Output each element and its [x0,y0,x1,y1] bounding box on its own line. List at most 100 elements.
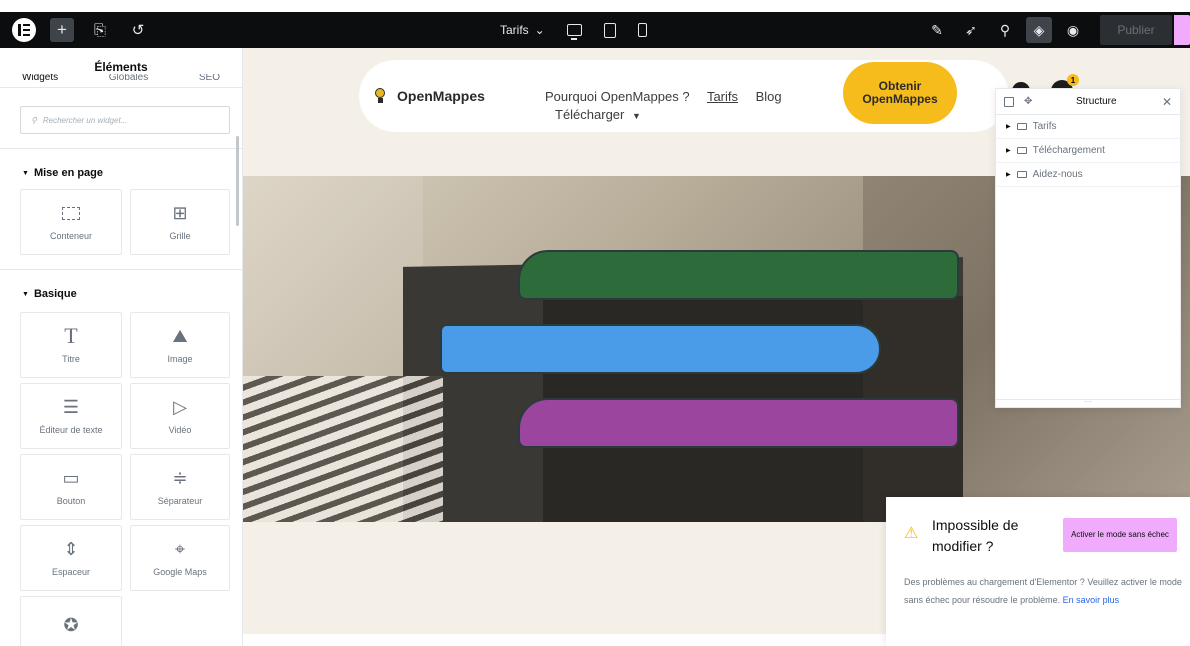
container-icon [1016,123,1027,130]
cart-count-badge: 1 [1067,74,1079,86]
caret-down-icon: ▼ [22,169,29,177]
map-icon: ⌖ [174,538,186,559]
nav-download[interactable]: Télécharger ▼ [555,107,641,122]
widget-google-maps[interactable]: ⌖ Google Maps [130,525,230,591]
mobile-icon[interactable] [637,23,647,37]
chevron-down-icon: ⌄ [534,23,545,37]
divider [0,269,242,270]
text-editor-icon: ☰ [62,396,80,417]
publish-options-button[interactable] [1174,15,1190,45]
widget-divider[interactable]: ≑ Séparateur [130,454,230,520]
widget-label: Bouton [56,496,86,506]
site-brand[interactable]: OpenMappes [375,88,485,104]
panel-scrollbar[interactable] [236,136,239,226]
widget-image[interactable]: ⛰ Image [130,312,230,378]
panel-title: Éléments [94,60,148,74]
history-icon[interactable]: ↺ [126,18,150,42]
search-placeholder: Rechercher un widget... [42,115,128,125]
lightbulb-logo-icon [375,88,385,104]
section-basic-title: Basique [33,288,77,300]
learn-more-link[interactable]: En savoir plus [1063,595,1120,605]
top-bar-right: ✎ ➶ ⚲ ◈ ◉ Publier [920,12,1190,48]
brand-name: OpenMappes [397,88,485,104]
layout-widgets-grid: Conteneur ⊞ Grille [0,189,242,255]
get-openmappes-button[interactable]: Obtenir OpenMappes [843,62,957,124]
striped-sleeve [243,376,443,522]
structure-item-tarifs[interactable]: ▶ Tarifs [996,115,1180,139]
search-icon[interactable]: ⚲ [988,12,1022,48]
section-basic-header[interactable]: ▼ Basique [0,284,242,304]
widget-search-input[interactable]: ⚲ Rechercher un widget... [20,106,230,134]
divider-icon: ≑ [172,467,188,488]
structure-icon[interactable]: ◈ [1026,17,1052,43]
structure-panel: ✥ Structure ✕ ▶ Tarifs ▶ Téléchargement … [995,88,1181,408]
spacer-icon: ⇕ [63,538,79,559]
structure-item-aidez-nous[interactable]: ▶ Aidez-nous [996,163,1180,187]
widget-label: Vidéo [168,425,192,435]
paintbrush-icon[interactable]: ✎ [920,12,954,48]
page-select[interactable]: Tarifs ⌄ [500,23,545,37]
tablet-icon[interactable] [603,22,616,38]
divider [0,148,242,149]
nav-blog[interactable]: Blog [756,89,782,104]
grid-icon: ⊞ [172,202,188,223]
caret-right-icon[interactable]: ▶ [1006,123,1011,130]
widget-video[interactable]: ▷ Vidéo [130,383,230,449]
widget-label: Séparateur [157,496,203,506]
structure-title: Structure [1076,96,1117,107]
notice-title: Impossible de modifier ? [932,517,1019,554]
widget-text-editor[interactable]: ☰ Éditeur de texte [20,383,122,449]
tab-widgets[interactable]: Widgets [22,74,58,87]
structure-item-label: Téléchargement [1032,145,1105,156]
widget-label: Espaceur [51,567,91,577]
tab-globals[interactable]: Globales [109,74,148,87]
tab-seo[interactable]: SEO [199,74,220,87]
widget-container[interactable]: Conteneur [20,189,122,255]
resize-handle[interactable]: ··· [996,398,1180,407]
widget-spacer[interactable]: ⇕ Espaceur [20,525,122,591]
purple-bar-shape [518,398,959,448]
structure-header: ✥ Structure ✕ [996,89,1180,115]
caret-right-icon[interactable]: ▶ [1006,171,1011,178]
preview-eye-icon[interactable]: ◉ [1056,12,1090,48]
basic-widgets-grid: T Titre ⛰ Image ☰ Éditeur de texte ▷ Vid… [0,312,242,646]
structure-layout-icon[interactable] [1004,96,1014,107]
top-bar-center: Tarifs ⌄ [500,12,647,48]
heading-icon: T [64,323,78,348]
notice-body: Des problèmes au chargement d'Elementor … [904,577,1182,605]
rocket-icon[interactable]: ➶ [954,12,988,48]
page-settings-icon[interactable]: ⎘ [88,18,112,42]
elements-panel: Éléments Widgets Globales SEO ⚲ Recherch… [0,48,243,646]
video-icon: ▷ [173,396,187,417]
structure-item-label: Tarifs [1032,121,1057,132]
nav-pricing[interactable]: Tarifs [707,89,738,104]
section-layout-header[interactable]: ▼ Mise en page [0,163,242,183]
green-bar-shape [518,250,959,300]
structure-item-telechargement[interactable]: ▶ Téléchargement [996,139,1180,163]
widget-grid[interactable]: ⊞ Grille [130,189,230,255]
widget-label: Conteneur [49,231,93,241]
add-element-button[interactable]: + [50,18,74,42]
widget-label: Image [167,354,193,364]
site-nav: Pourquoi OpenMappes ? Tarifs Blog Téléch… [545,88,805,125]
move-icon[interactable]: ✥ [1024,96,1032,107]
publish-button[interactable]: Publier [1100,15,1172,45]
desktop-icon[interactable] [566,24,582,40]
elementor-logo-icon[interactable] [12,18,36,42]
warning-icon: ⚠ [904,525,919,542]
widget-heading[interactable]: T Titre [20,312,122,378]
top-bar: + ⎘ ↺ Tarifs ⌄ ✎ ➶ ⚲ ◈ ◉ Publier [0,12,1190,48]
logo-mark [18,24,30,36]
enable-safe-mode-button[interactable]: Activer le mode sans échec [1063,518,1177,552]
widget-star[interactable]: ✪ [20,596,122,646]
caret-right-icon[interactable]: ▶ [1006,147,1011,154]
star-icon: ✪ [63,614,79,635]
widget-label: Éditeur de texte [39,425,103,435]
close-icon[interactable]: ✕ [1162,95,1172,109]
container-icon [1016,147,1027,154]
search-icon: ⚲ [31,115,37,125]
widget-label: Grille [169,231,191,241]
widget-button[interactable]: ▭ Bouton [20,454,122,520]
nav-why[interactable]: Pourquoi OpenMappes ? [545,89,690,104]
widget-label: Google Maps [153,567,207,577]
